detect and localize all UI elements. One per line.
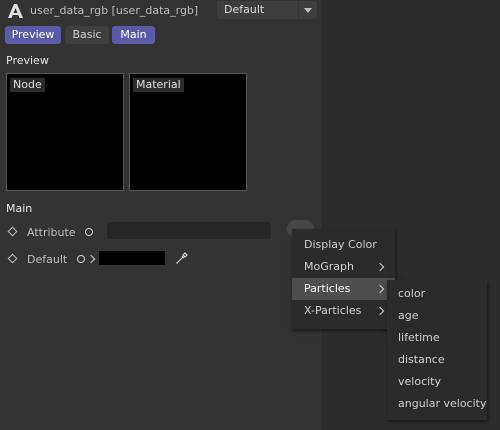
node-preview-label: Node — [10, 78, 45, 92]
preset-dropdown[interactable]: Default — [217, 1, 317, 19]
preset-value: Default — [224, 3, 265, 16]
submenu-item-lifetime[interactable]: lifetime — [387, 327, 487, 349]
submenu-item-label: distance — [398, 353, 445, 366]
app-logo-icon — [8, 4, 23, 18]
chevron-right-icon — [375, 284, 385, 294]
material-preview-label: Material — [133, 78, 184, 92]
attribute-label: Attribute — [27, 226, 76, 239]
object-title: user_data_rgb [user_data_rgb] — [30, 4, 199, 17]
submenu-item-label: color — [398, 287, 426, 300]
chevron-right-icon — [375, 262, 385, 272]
submenu-item-angular-velocity[interactable]: angular velocity — [387, 393, 487, 415]
circle-icon[interactable] — [77, 255, 85, 263]
submenu-item-distance[interactable]: distance — [387, 349, 487, 371]
attribute-context-menu: Display Color MoGraph Particles X-Partic… — [292, 229, 395, 329]
menu-item-mograph[interactable]: MoGraph — [292, 256, 395, 278]
chevron-right-icon[interactable] — [86, 254, 96, 264]
attribute-field[interactable] — [107, 222, 271, 239]
menu-item-display-color[interactable]: Display Color — [292, 234, 395, 256]
chevron-down-icon — [298, 1, 317, 19]
material-preview: Material — [129, 73, 247, 191]
node-preview: Node — [6, 73, 124, 191]
submenu-item-label: lifetime — [398, 331, 440, 344]
menu-item-particles[interactable]: Particles — [292, 278, 395, 300]
tab-preview[interactable]: Preview — [5, 26, 61, 44]
chevron-right-icon — [375, 306, 385, 316]
particles-submenu: color age lifetime distance velocity ang… — [387, 280, 487, 420]
menu-item-x-particles[interactable]: X-Particles — [292, 300, 395, 322]
main-section-title: Main — [6, 202, 33, 215]
tab-main[interactable]: Main — [112, 26, 155, 44]
preview-section-title: Preview — [6, 54, 49, 67]
menu-item-label: X-Particles — [304, 304, 362, 317]
eyedropper-icon[interactable] — [175, 251, 189, 265]
menu-item-label: Display Color — [304, 238, 377, 251]
circle-icon[interactable] — [85, 228, 93, 236]
submenu-item-label: age — [398, 309, 419, 322]
default-color-swatch[interactable] — [99, 251, 165, 265]
menu-item-label: MoGraph — [304, 260, 354, 273]
keyframe-diamond-icon[interactable] — [7, 226, 18, 237]
default-label: Default — [27, 253, 68, 266]
submenu-item-velocity[interactable]: velocity — [387, 371, 487, 393]
submenu-item-age[interactable]: age — [387, 305, 487, 327]
submenu-item-color[interactable]: color — [387, 283, 487, 305]
tab-basic[interactable]: Basic — [65, 26, 109, 44]
submenu-item-label: velocity — [398, 375, 441, 388]
keyframe-diamond-icon[interactable] — [7, 253, 18, 264]
menu-item-label: Particles — [304, 282, 351, 295]
attribute-panel: user_data_rgb [user_data_rgb] Default Pr… — [0, 0, 322, 430]
submenu-item-label: angular velocity — [398, 397, 487, 410]
